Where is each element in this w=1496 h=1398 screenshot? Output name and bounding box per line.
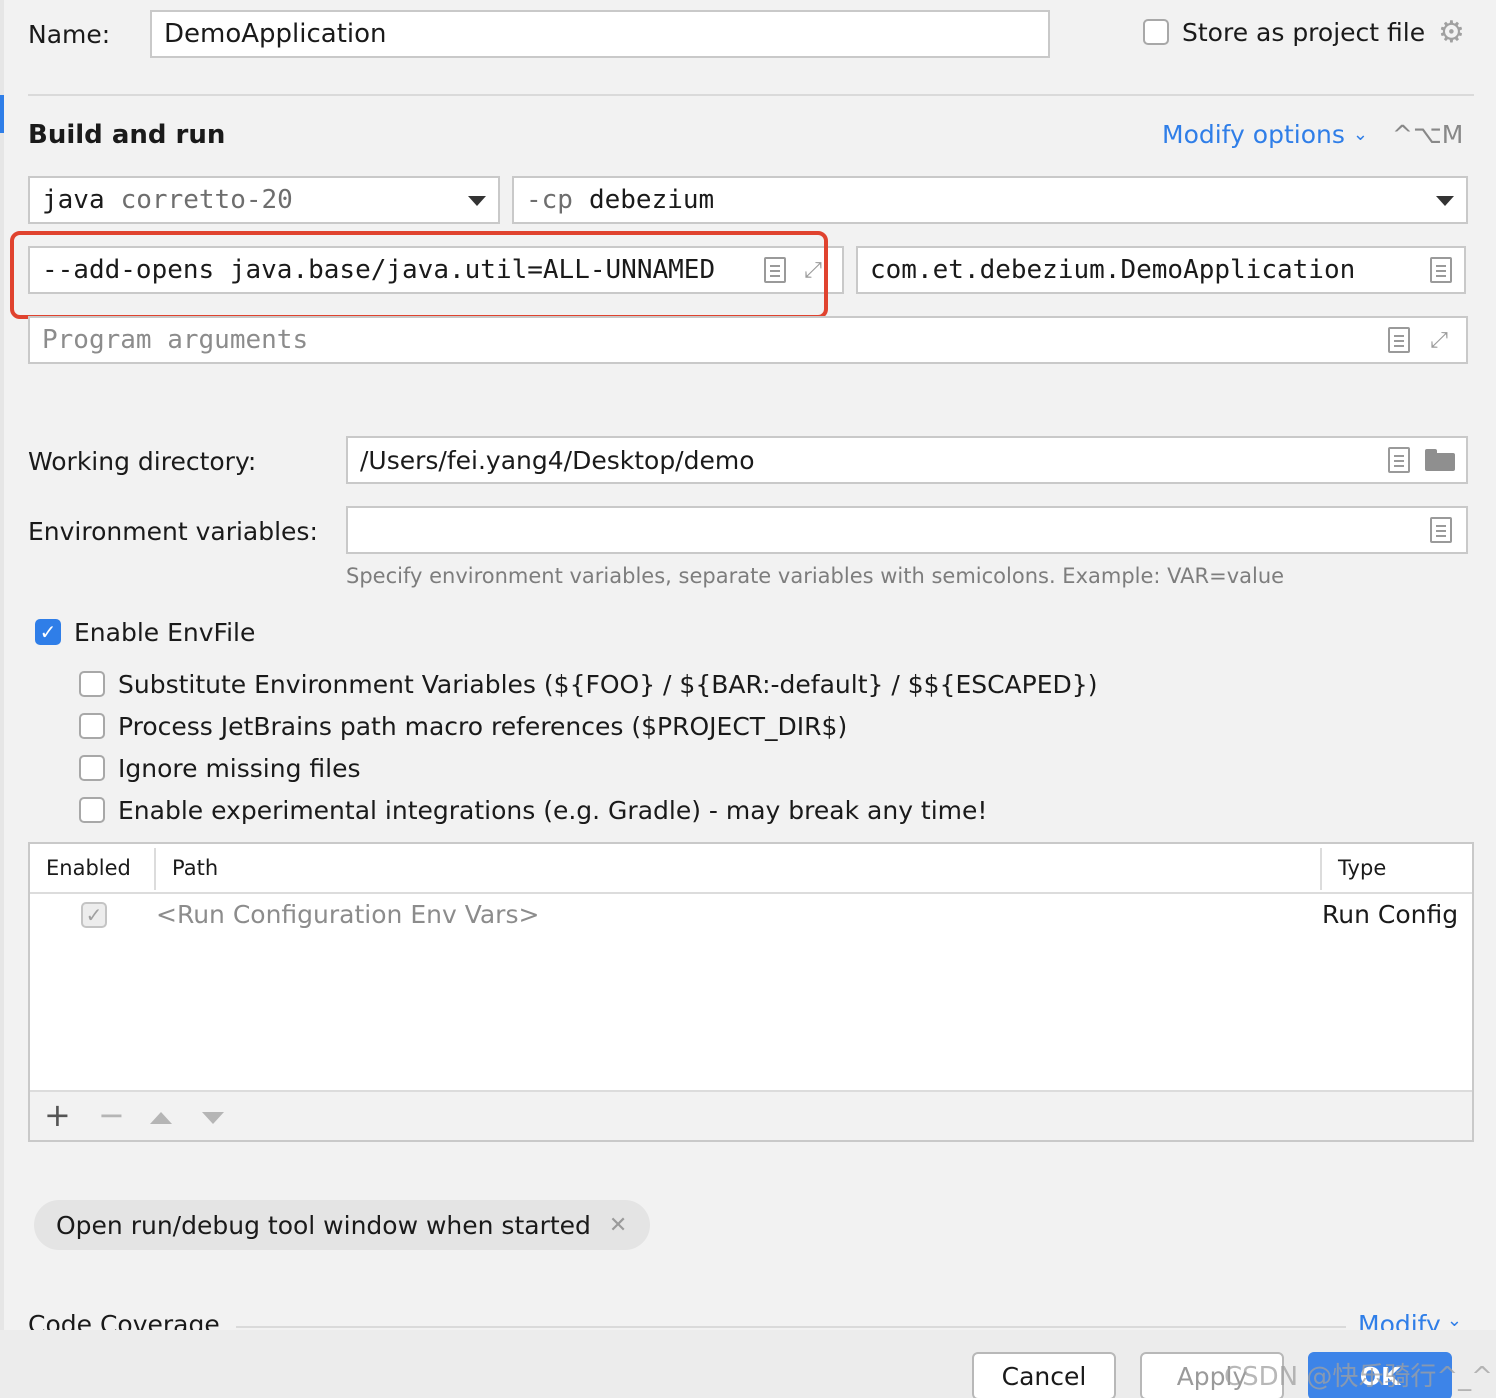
ignore-missing-checkbox[interactable]: [79, 755, 105, 781]
header-type[interactable]: Type: [1338, 856, 1386, 880]
move-down-icon[interactable]: [202, 1112, 224, 1124]
process-macro-checkbox[interactable]: [79, 713, 105, 739]
build-run-title: Build and run: [28, 120, 226, 150]
expand-icon[interactable]: ⤢: [1424, 325, 1454, 355]
watermark: CSDN @快乐骑行^_^: [1224, 1362, 1493, 1392]
jdk-value: corretto-20: [120, 185, 293, 215]
gear-icon[interactable]: ⚙: [1438, 18, 1465, 48]
cp-value: debezium: [588, 185, 715, 215]
code-coverage-divider: [236, 1326, 1346, 1328]
table-header: Enabled Path Type: [30, 844, 1472, 894]
modify-options-label: Modify options: [1162, 120, 1345, 149]
add-icon[interactable]: +: [44, 1098, 71, 1132]
experimental-integrations-label: Enable experimental integrations (e.g. G…: [118, 796, 988, 825]
substitute-env-label: Substitute Environment Variables (${FOO}…: [118, 670, 1098, 699]
store-as-project-label: Store as project file: [1182, 18, 1426, 47]
document-icon[interactable]: [1388, 447, 1410, 473]
row-path: <Run Configuration Env Vars>: [156, 900, 540, 929]
open-tool-window-label: Open run/debug tool window when started: [56, 1210, 591, 1240]
jdk-dropdown[interactable]: java corretto-20: [28, 176, 500, 224]
enable-envfile-label: Enable EnvFile: [74, 618, 256, 647]
envfile-table: Enabled Path Type ✓ <Run Configuration E…: [28, 842, 1474, 1142]
cp-keyword: -cp: [526, 185, 573, 215]
main-class-value: com.et.debezium.DemoApplication: [870, 255, 1356, 285]
name-input[interactable]: DemoApplication: [150, 10, 1050, 58]
classpath-dropdown[interactable]: -cp debezium: [512, 176, 1468, 224]
chevron-down-icon: ⌄: [1446, 1310, 1462, 1330]
left-edge-marker: [0, 95, 4, 133]
header-path[interactable]: Path: [172, 856, 218, 880]
env-vars-label: Environment variables:: [28, 517, 318, 546]
header-divider: [1320, 848, 1322, 890]
row-type: Run Config: [1322, 900, 1459, 929]
env-vars-hint: Specify environment variables, separate …: [346, 564, 1285, 588]
modify-options-shortcut: ^⌥M: [1392, 120, 1464, 149]
row-enabled-checkbox: ✓: [81, 902, 107, 928]
table-row[interactable]: ✓ <Run Configuration Env Vars> Run Confi…: [30, 896, 1472, 940]
section-divider: [28, 94, 1474, 96]
program-arguments-input[interactable]: Program arguments: [28, 316, 1468, 364]
main-class-input[interactable]: com.et.debezium.DemoApplication: [856, 246, 1466, 294]
name-label: Name:: [28, 20, 111, 49]
working-dir-value: /Users/fei.yang4/Desktop/demo: [360, 445, 755, 475]
working-dir-label: Working directory:: [28, 447, 257, 476]
working-dir-input[interactable]: /Users/fei.yang4/Desktop/demo: [346, 436, 1468, 484]
program-arguments-placeholder: Program arguments: [42, 325, 309, 355]
process-macro-label: Process JetBrains path macro references …: [118, 712, 848, 741]
chevron-down-icon: [1436, 196, 1454, 206]
highlight-box: [10, 231, 828, 319]
ignore-missing-label: Ignore missing files: [118, 754, 361, 783]
remove-icon[interactable]: −: [98, 1098, 125, 1132]
header-divider: [154, 848, 156, 890]
substitute-env-checkbox[interactable]: [79, 671, 105, 697]
env-vars-input[interactable]: [346, 506, 1468, 554]
header-enabled[interactable]: Enabled: [46, 856, 131, 880]
document-icon[interactable]: [1430, 517, 1452, 543]
document-icon[interactable]: [1430, 257, 1452, 283]
name-value: DemoApplication: [164, 19, 387, 49]
left-edge: [0, 0, 4, 1398]
cancel-button[interactable]: Cancel: [972, 1352, 1116, 1398]
table-toolbar: + −: [30, 1090, 1472, 1140]
jdk-keyword: java: [42, 185, 105, 215]
code-coverage-modify-link[interactable]: Modify ⌄: [1358, 1310, 1462, 1330]
chevron-down-icon: ⌄: [1352, 124, 1368, 145]
code-coverage-modify-label: Modify: [1358, 1310, 1441, 1330]
move-up-icon[interactable]: [150, 1112, 172, 1124]
folder-icon[interactable]: [1424, 446, 1456, 474]
close-icon[interactable]: ✕: [609, 1213, 627, 1238]
open-tool-window-chip[interactable]: Open run/debug tool window when started …: [34, 1200, 650, 1250]
chevron-down-icon: [468, 196, 486, 206]
code-coverage-title: Code Coverage: [28, 1310, 220, 1330]
modify-options-link[interactable]: Modify options ⌄: [1162, 120, 1368, 149]
store-as-project-checkbox[interactable]: [1143, 19, 1169, 45]
document-icon[interactable]: [1388, 327, 1410, 353]
experimental-integrations-checkbox[interactable]: [79, 797, 105, 823]
enable-envfile-checkbox[interactable]: ✓: [35, 619, 61, 645]
